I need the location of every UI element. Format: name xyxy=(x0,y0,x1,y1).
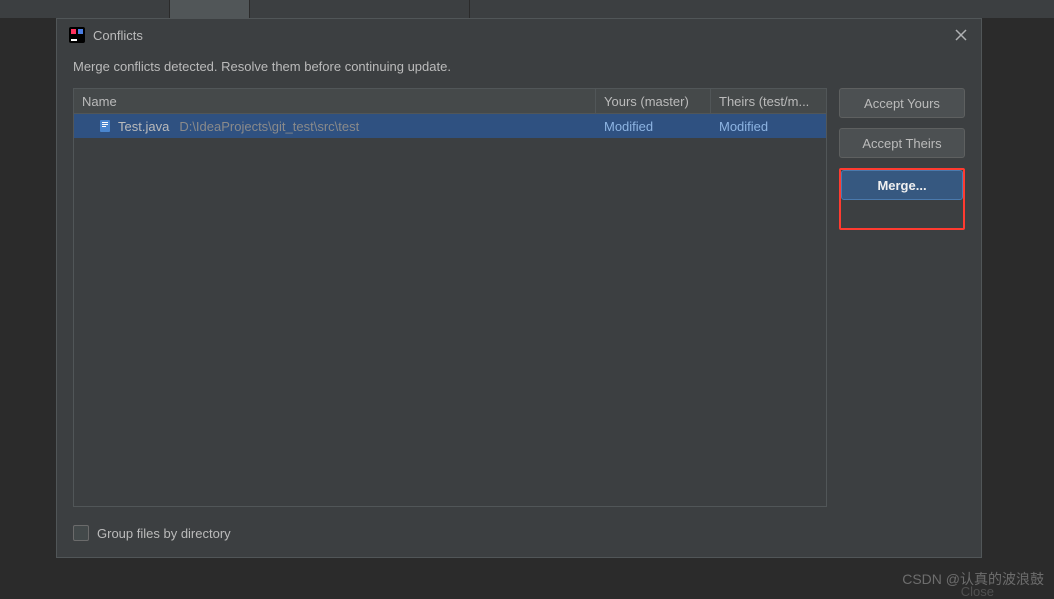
conflict-message: Merge conflicts detected. Resolve them b… xyxy=(73,59,965,74)
column-name[interactable]: Name xyxy=(74,89,596,113)
accept-yours-button[interactable]: Accept Yours xyxy=(839,88,965,118)
column-theirs[interactable]: Theirs (test/m... xyxy=(711,89,826,113)
close-icon[interactable] xyxy=(953,27,969,43)
table-row[interactable]: Test.java D:\IdeaProjects\git_test\src\t… xyxy=(74,114,826,138)
dialog-title: Conflicts xyxy=(93,28,945,43)
file-path: D:\IdeaProjects\git_test\src\test xyxy=(179,119,359,134)
merge-button[interactable]: Merge... xyxy=(841,170,963,200)
intellij-icon xyxy=(69,27,85,43)
table-header: Name Yours (master) Theirs (test/m... xyxy=(74,89,826,114)
theirs-status: Modified xyxy=(711,114,826,138)
conflicts-table: Name Yours (master) Theirs (test/m... xyxy=(73,88,827,507)
accept-theirs-button[interactable]: Accept Theirs xyxy=(839,128,965,158)
merge-highlight-box: Merge... xyxy=(839,168,965,230)
column-yours[interactable]: Yours (master) xyxy=(596,89,711,113)
java-file-icon xyxy=(98,119,112,133)
group-files-checkbox[interactable] xyxy=(73,525,89,541)
yours-status: Modified xyxy=(596,114,711,138)
group-files-label[interactable]: Group files by directory xyxy=(97,526,231,541)
watermark: CSDN @认真的波浪鼓 xyxy=(902,569,1044,589)
conflicts-dialog: Conflicts Merge conflicts detected. Reso… xyxy=(56,18,982,558)
titlebar: Conflicts xyxy=(57,19,981,51)
file-name: Test.java xyxy=(118,119,169,134)
file-cell: Test.java D:\IdeaProjects\git_test\src\t… xyxy=(74,114,596,138)
